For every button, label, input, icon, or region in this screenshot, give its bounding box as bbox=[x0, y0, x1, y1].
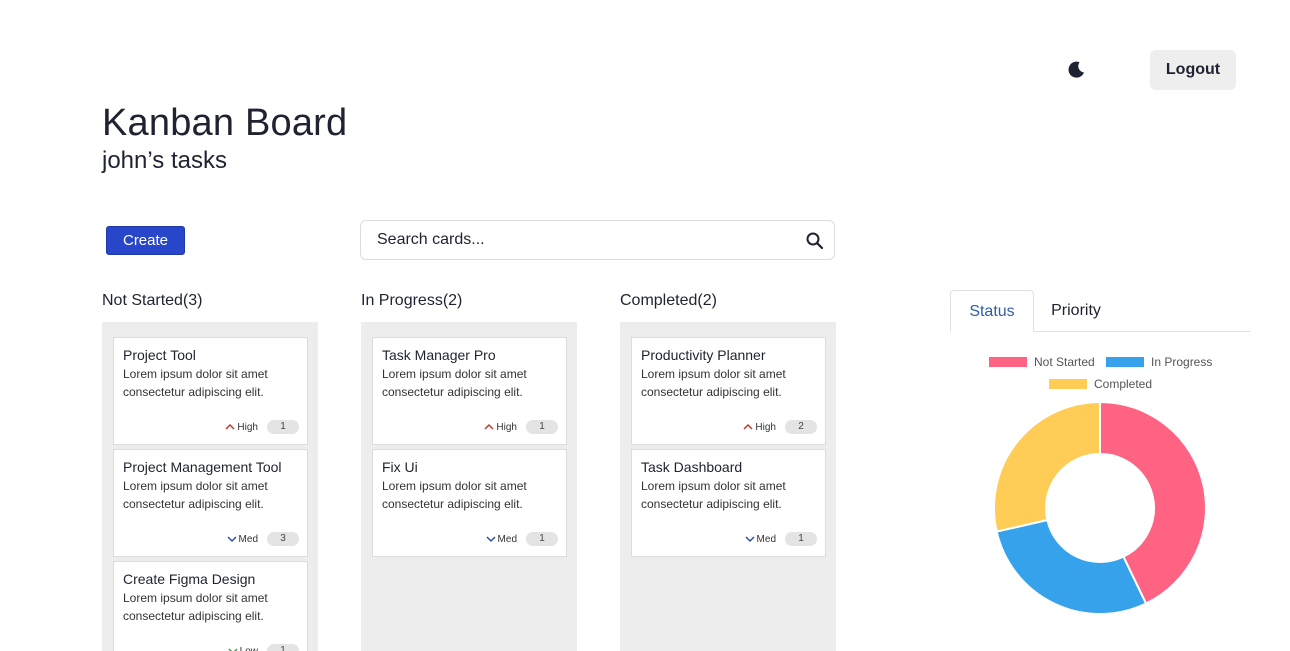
legend-swatch bbox=[1106, 357, 1144, 367]
card-title: Productivity Planner bbox=[641, 347, 766, 363]
count-badge: 1 bbox=[267, 420, 299, 434]
chevron-up-icon bbox=[484, 423, 496, 431]
search-box bbox=[360, 220, 835, 260]
page-subtitle: john’s tasks bbox=[102, 147, 227, 174]
card-title: Create Figma Design bbox=[123, 571, 256, 587]
card-description: Lorem ipsum dolor sit amet consectetur a… bbox=[123, 479, 268, 511]
task-card[interactable]: Task Dashboard Lorem ipsum dolor sit amet… bbox=[631, 449, 826, 557]
count-badge: 1 bbox=[267, 644, 299, 651]
card-meta: High 2 bbox=[743, 420, 817, 434]
count-badge: 2 bbox=[785, 420, 817, 434]
card-meta: Med 1 bbox=[486, 532, 558, 546]
priority-label: Med bbox=[756, 533, 776, 545]
chevron-down-icon bbox=[228, 647, 240, 651]
tab-status[interactable]: Status bbox=[950, 290, 1034, 332]
priority-label: High bbox=[755, 421, 776, 433]
search-icon[interactable] bbox=[805, 231, 825, 251]
priority-badge: High bbox=[484, 422, 517, 433]
card-meta: Med 1 bbox=[745, 532, 817, 546]
task-card[interactable]: Fix Ui Lorem ipsum dolor sit amet consect… bbox=[372, 449, 567, 557]
priority-label: Low bbox=[239, 645, 258, 651]
chevron-up-icon bbox=[743, 423, 755, 431]
card-title: Task Manager Pro bbox=[382, 347, 496, 363]
legend-item-completed[interactable]: Completed bbox=[1049, 377, 1152, 391]
card-description: Lorem ipsum dolor sit amet consectetur a… bbox=[382, 479, 527, 511]
card-description: Lorem ipsum dolor sit amet consectetur a… bbox=[123, 367, 268, 399]
priority-badge: Med bbox=[227, 534, 258, 545]
card-title: Project Tool bbox=[123, 347, 196, 363]
priority-badge: High bbox=[225, 422, 258, 433]
card-description: Lorem ipsum dolor sit amet consectetur a… bbox=[641, 479, 786, 511]
logout-button[interactable]: Logout bbox=[1150, 50, 1236, 90]
task-card[interactable]: Task Manager Pro Lorem ipsum dolor sit am… bbox=[372, 337, 567, 445]
chevron-down-icon bbox=[486, 535, 498, 543]
legend-label: Not Started bbox=[1034, 355, 1095, 369]
legend-item-in-progress[interactable]: In Progress bbox=[1106, 355, 1212, 369]
column-title-completed: Completed(2) bbox=[620, 292, 717, 309]
donut-slice-completed[interactable] bbox=[993, 400, 1101, 533]
column-title-in-progress: In Progress(2) bbox=[361, 292, 463, 309]
count-badge: 1 bbox=[526, 532, 558, 546]
status-donut-chart bbox=[993, 400, 1207, 615]
theme-toggle[interactable] bbox=[1064, 58, 1088, 82]
priority-badge: Med bbox=[486, 534, 517, 545]
moon-icon bbox=[1068, 61, 1084, 78]
chevron-down-icon bbox=[745, 535, 757, 543]
card-description: Lorem ipsum dolor sit amet consectetur a… bbox=[123, 591, 268, 623]
card-title: Task Dashboard bbox=[641, 459, 743, 475]
legend-swatch bbox=[989, 357, 1027, 367]
card-description: Lorem ipsum dolor sit amet consectetur a… bbox=[382, 367, 527, 399]
search-input[interactable] bbox=[361, 221, 791, 259]
chevron-up-icon bbox=[225, 423, 237, 431]
count-badge: 1 bbox=[785, 532, 817, 546]
donut-slice-in-progress[interactable] bbox=[995, 518, 1148, 615]
card-description: Lorem ipsum dolor sit amet consectetur a… bbox=[641, 367, 786, 399]
card-title: Fix Ui bbox=[382, 459, 418, 475]
card-title: Project Management Tool bbox=[123, 459, 282, 475]
priority-label: High bbox=[496, 421, 517, 433]
column-in-progress[interactable]: Task Manager Pro Lorem ipsum dolor sit am… bbox=[361, 322, 577, 651]
task-card[interactable]: Productivity Planner Lorem ipsum dolor si… bbox=[631, 337, 826, 445]
count-badge: 3 bbox=[267, 532, 299, 546]
priority-label: Med bbox=[497, 533, 517, 545]
task-card[interactable]: Project Tool Lorem ipsum dolor sit amet c… bbox=[113, 337, 308, 445]
card-meta: Low 1 bbox=[228, 644, 299, 651]
column-completed[interactable]: Productivity Planner Lorem ipsum dolor si… bbox=[620, 322, 836, 651]
chevron-down-icon bbox=[227, 535, 239, 543]
card-meta: Med 3 bbox=[227, 532, 299, 546]
chart-tabs: Status Priority bbox=[950, 290, 1250, 332]
priority-badge: Med bbox=[745, 534, 776, 545]
legend-item-not-started[interactable]: Not Started bbox=[989, 355, 1095, 369]
page-title: Kanban Board bbox=[102, 102, 348, 144]
legend-label: In Progress bbox=[1151, 355, 1213, 369]
create-button[interactable]: Create bbox=[106, 226, 185, 255]
tab-priority[interactable]: Priority bbox=[1034, 290, 1118, 332]
legend-label: Completed bbox=[1094, 377, 1153, 391]
priority-badge: High bbox=[743, 422, 776, 433]
priority-label: Med bbox=[238, 533, 258, 545]
legend-swatch bbox=[1049, 379, 1087, 389]
count-badge: 1 bbox=[526, 420, 558, 434]
task-card[interactable]: Project Management Tool Lorem ipsum dolor… bbox=[113, 449, 308, 557]
task-card[interactable]: Create Figma Design Lorem ipsum dolor sit… bbox=[113, 561, 308, 651]
column-title-not-started: Not Started(3) bbox=[102, 292, 203, 309]
column-not-started[interactable]: Project Tool Lorem ipsum dolor sit amet c… bbox=[102, 322, 318, 651]
card-meta: High 1 bbox=[484, 420, 558, 434]
priority-badge: Low bbox=[228, 646, 258, 651]
card-meta: High 1 bbox=[225, 420, 299, 434]
priority-label: High bbox=[237, 421, 258, 433]
